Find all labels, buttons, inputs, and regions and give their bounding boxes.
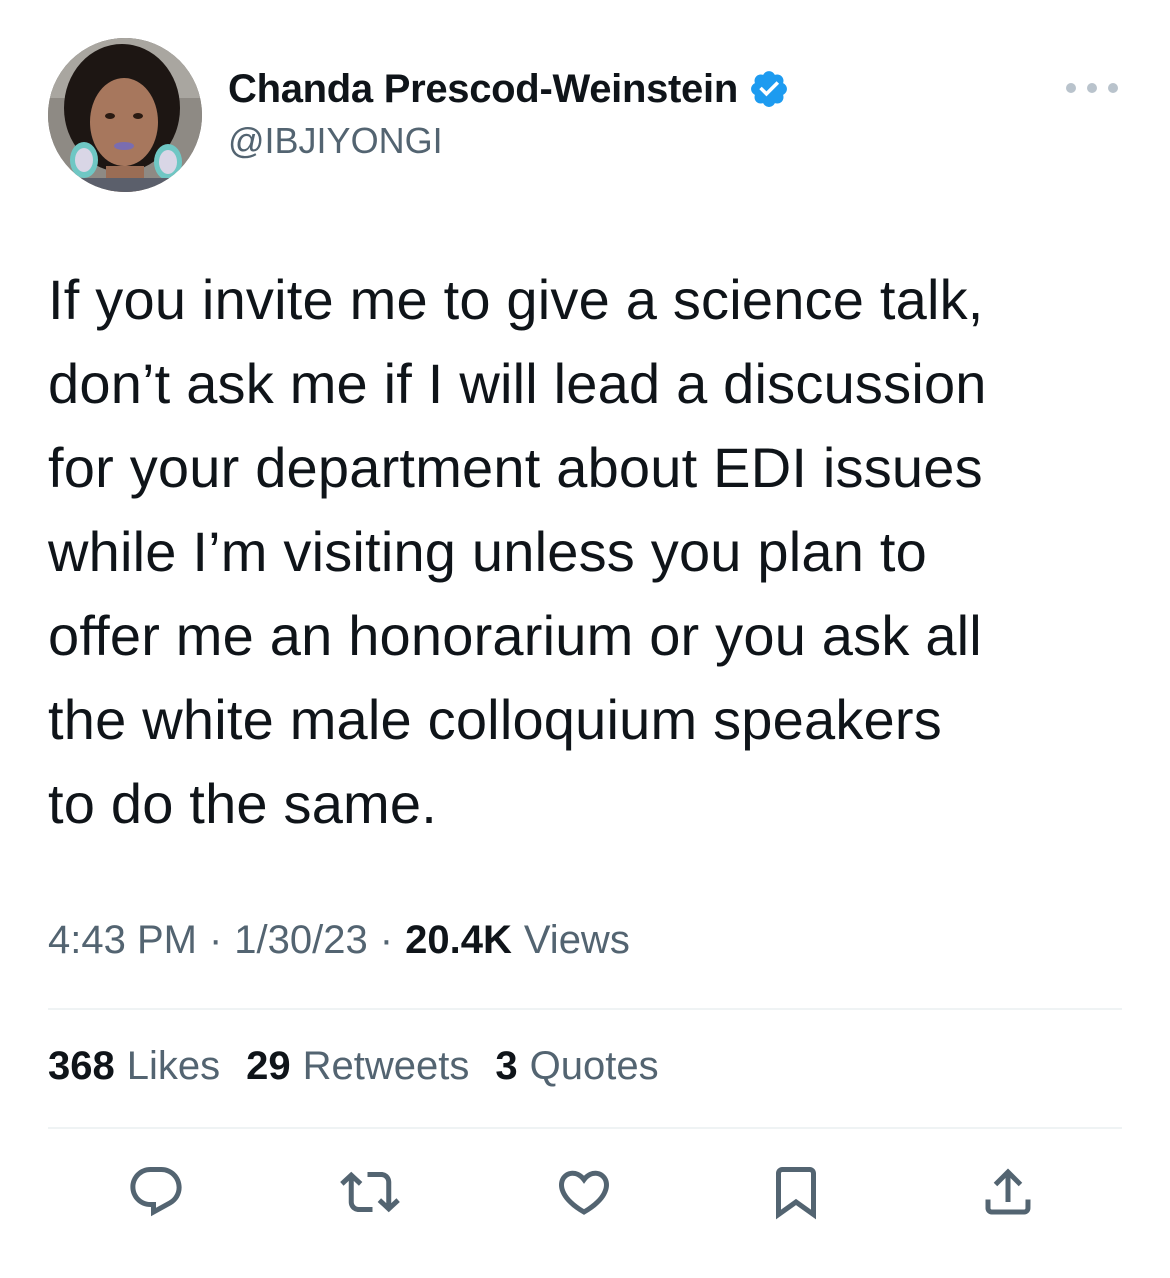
tweet-text-line: for your department about EDI issues — [48, 436, 983, 499]
like-icon[interactable] — [552, 1160, 616, 1224]
author-name-row[interactable]: Chanda Prescod-Weinstein — [228, 64, 790, 114]
retweets-label: Retweets — [302, 1044, 470, 1088]
tweet-meta: 4:43 PM · 1/30/23 · 20.4K Views — [48, 918, 630, 963]
tweet-text-line: the white male colloquium speakers — [48, 688, 942, 751]
action-bar — [0, 1160, 1170, 1230]
quotes-stat[interactable]: 3 Quotes — [495, 1044, 658, 1089]
tweet-date[interactable]: 1/30/23 — [234, 918, 367, 963]
views-count[interactable]: 20.4K — [405, 918, 512, 963]
meta-separator: · — [208, 918, 223, 962]
tweet-text-line: to do the same. — [48, 772, 438, 835]
author-avatar[interactable] — [48, 38, 202, 192]
tweet-time[interactable]: 4:43 PM — [48, 918, 197, 963]
retweet-icon[interactable] — [338, 1160, 402, 1224]
views-label[interactable]: Views — [524, 918, 630, 963]
tweet-detail: Chanda Prescod-Weinstein @IBJIYONGI If y… — [0, 0, 1170, 1278]
likes-label: Likes — [126, 1044, 221, 1088]
verified-badge-icon[interactable] — [748, 68, 790, 110]
meta-separator: · — [379, 918, 394, 962]
tweet-text-line: offer me an honorarium or you ask all — [48, 604, 982, 667]
tweet-text-line: don’t ask me if I will lead a discussion — [48, 352, 987, 415]
tweet-text: If you invite me to give a science talk,… — [48, 258, 1138, 846]
author-display-name[interactable]: Chanda Prescod-Weinstein — [228, 67, 738, 112]
tweet-text-line: If you invite me to give a science talk, — [48, 268, 984, 331]
bookmark-icon[interactable] — [764, 1160, 828, 1224]
share-icon[interactable] — [976, 1160, 1040, 1224]
divider — [48, 1008, 1122, 1010]
author-handle[interactable]: @IBJIYONGI — [228, 120, 443, 162]
more-dot — [1066, 83, 1076, 93]
quotes-label: Quotes — [529, 1044, 659, 1088]
tweet-text-line: while I’m visiting unless you plan to — [48, 520, 927, 583]
divider — [48, 1127, 1122, 1129]
retweets-stat[interactable]: 29 Retweets — [246, 1044, 469, 1089]
quotes-count: 3 — [495, 1044, 518, 1088]
tweet-stats: 368 Likes 29 Retweets 3 Quotes — [48, 1044, 685, 1089]
more-dot — [1087, 83, 1097, 93]
likes-stat[interactable]: 368 Likes — [48, 1044, 220, 1089]
more-dot — [1108, 83, 1118, 93]
more-options-icon[interactable] — [1066, 74, 1118, 102]
likes-count: 368 — [48, 1044, 115, 1088]
retweets-count: 29 — [246, 1044, 291, 1088]
reply-icon[interactable] — [124, 1160, 188, 1224]
